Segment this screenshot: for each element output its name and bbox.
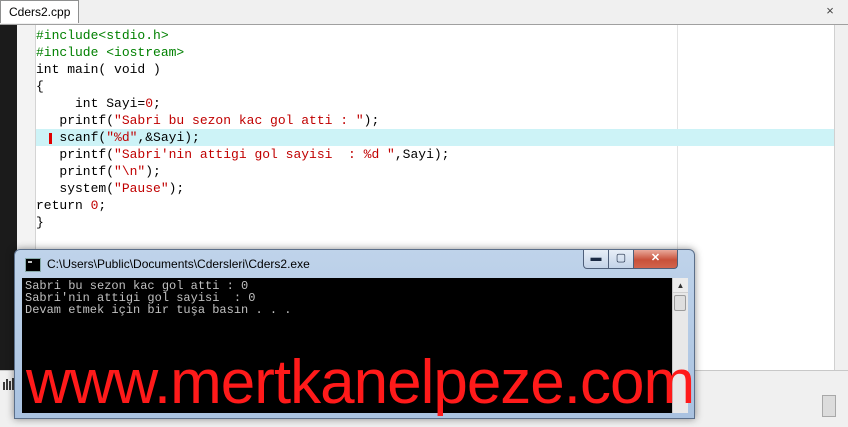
- code-token: "%d": [106, 130, 138, 145]
- code-token: printf(: [36, 113, 115, 128]
- code-token: }: [36, 215, 44, 230]
- console-title: C:\Users\Public\Documents\Cdersleri\Cder…: [47, 257, 310, 271]
- code-token: system(: [36, 181, 115, 196]
- code-token: int main( void ): [36, 62, 161, 77]
- code-token: "\n": [114, 164, 146, 179]
- close-tab-icon[interactable]: ×: [822, 3, 838, 19]
- console-scroll-thumb[interactable]: [674, 295, 686, 311]
- console-app-icon[interactable]: [25, 258, 41, 272]
- code-line[interactable]: int Sayi=0;: [36, 95, 834, 112]
- code-token: ,Sayi);: [394, 147, 450, 162]
- code-token: return: [36, 198, 91, 213]
- code-line[interactable]: {: [36, 78, 834, 95]
- code-token: 0: [145, 96, 154, 111]
- code-line[interactable]: system("Pause");: [36, 180, 834, 197]
- code-token: "Sabri'nin attigi gol sayisi : %d ": [114, 147, 395, 162]
- code-token: );: [168, 181, 185, 196]
- code-token: #include <iostream>: [36, 45, 185, 60]
- code-token: ;: [98, 198, 107, 213]
- code-line[interactable]: int main( void ): [36, 61, 834, 78]
- watermark-text: www.mertkanelpeze.com: [26, 348, 695, 417]
- tab-strip: Cders2.cpp ×: [0, 0, 848, 25]
- tab-cders2-cpp[interactable]: Cders2.cpp: [0, 0, 80, 23]
- code-line[interactable]: scanf("%d",&Sayi);: [36, 129, 834, 146]
- code-token: ,&Sayi);: [137, 130, 200, 145]
- code-token: #include<stdio.h>: [36, 28, 169, 43]
- ide-window: Cders2.cpp × #include<stdio.h> #include <…: [0, 0, 848, 427]
- code-token: "Sabri bu sezon kac gol atti : ": [114, 113, 364, 128]
- code-token: int Sayi=: [36, 96, 146, 111]
- code-line[interactable]: printf("Sabri bu sezon kac gol atti : ")…: [36, 112, 834, 129]
- code-line[interactable]: printf("\n");: [36, 163, 834, 180]
- code-token: {: [36, 79, 44, 94]
- code-token: );: [145, 164, 161, 179]
- code-line[interactable]: }: [36, 214, 834, 231]
- bottom-scroll-thumb[interactable]: [822, 395, 836, 417]
- code-token: );: [363, 113, 380, 128]
- code-line[interactable]: return 0;: [36, 197, 834, 214]
- current-line-marker-icon: [49, 133, 52, 144]
- code-token: scanf(: [36, 130, 107, 145]
- code-token: ;: [153, 96, 161, 111]
- console-line: Devam etmek için bir tuşa basın . . .: [25, 303, 292, 317]
- maximize-button[interactable]: ▢: [608, 250, 634, 269]
- code-line[interactable]: printf("Sabri'nin attigi gol sayisi : %d…: [36, 146, 834, 163]
- code-token: "Pause": [114, 181, 169, 196]
- code-line[interactable]: #include<stdio.h>: [36, 27, 834, 44]
- close-button[interactable]: ✕: [633, 250, 678, 269]
- console-titlebar[interactable]: C:\Users\Public\Documents\Cdersleri\Cder…: [15, 250, 694, 278]
- editor-vertical-scrollbar[interactable]: [834, 25, 848, 370]
- minimize-button[interactable]: ▬: [583, 250, 609, 269]
- code-token: printf(: [36, 147, 115, 162]
- scroll-up-icon[interactable]: ▲: [673, 278, 688, 293]
- code-line[interactable]: #include <iostream>: [36, 44, 834, 61]
- code-token: printf(: [36, 164, 115, 179]
